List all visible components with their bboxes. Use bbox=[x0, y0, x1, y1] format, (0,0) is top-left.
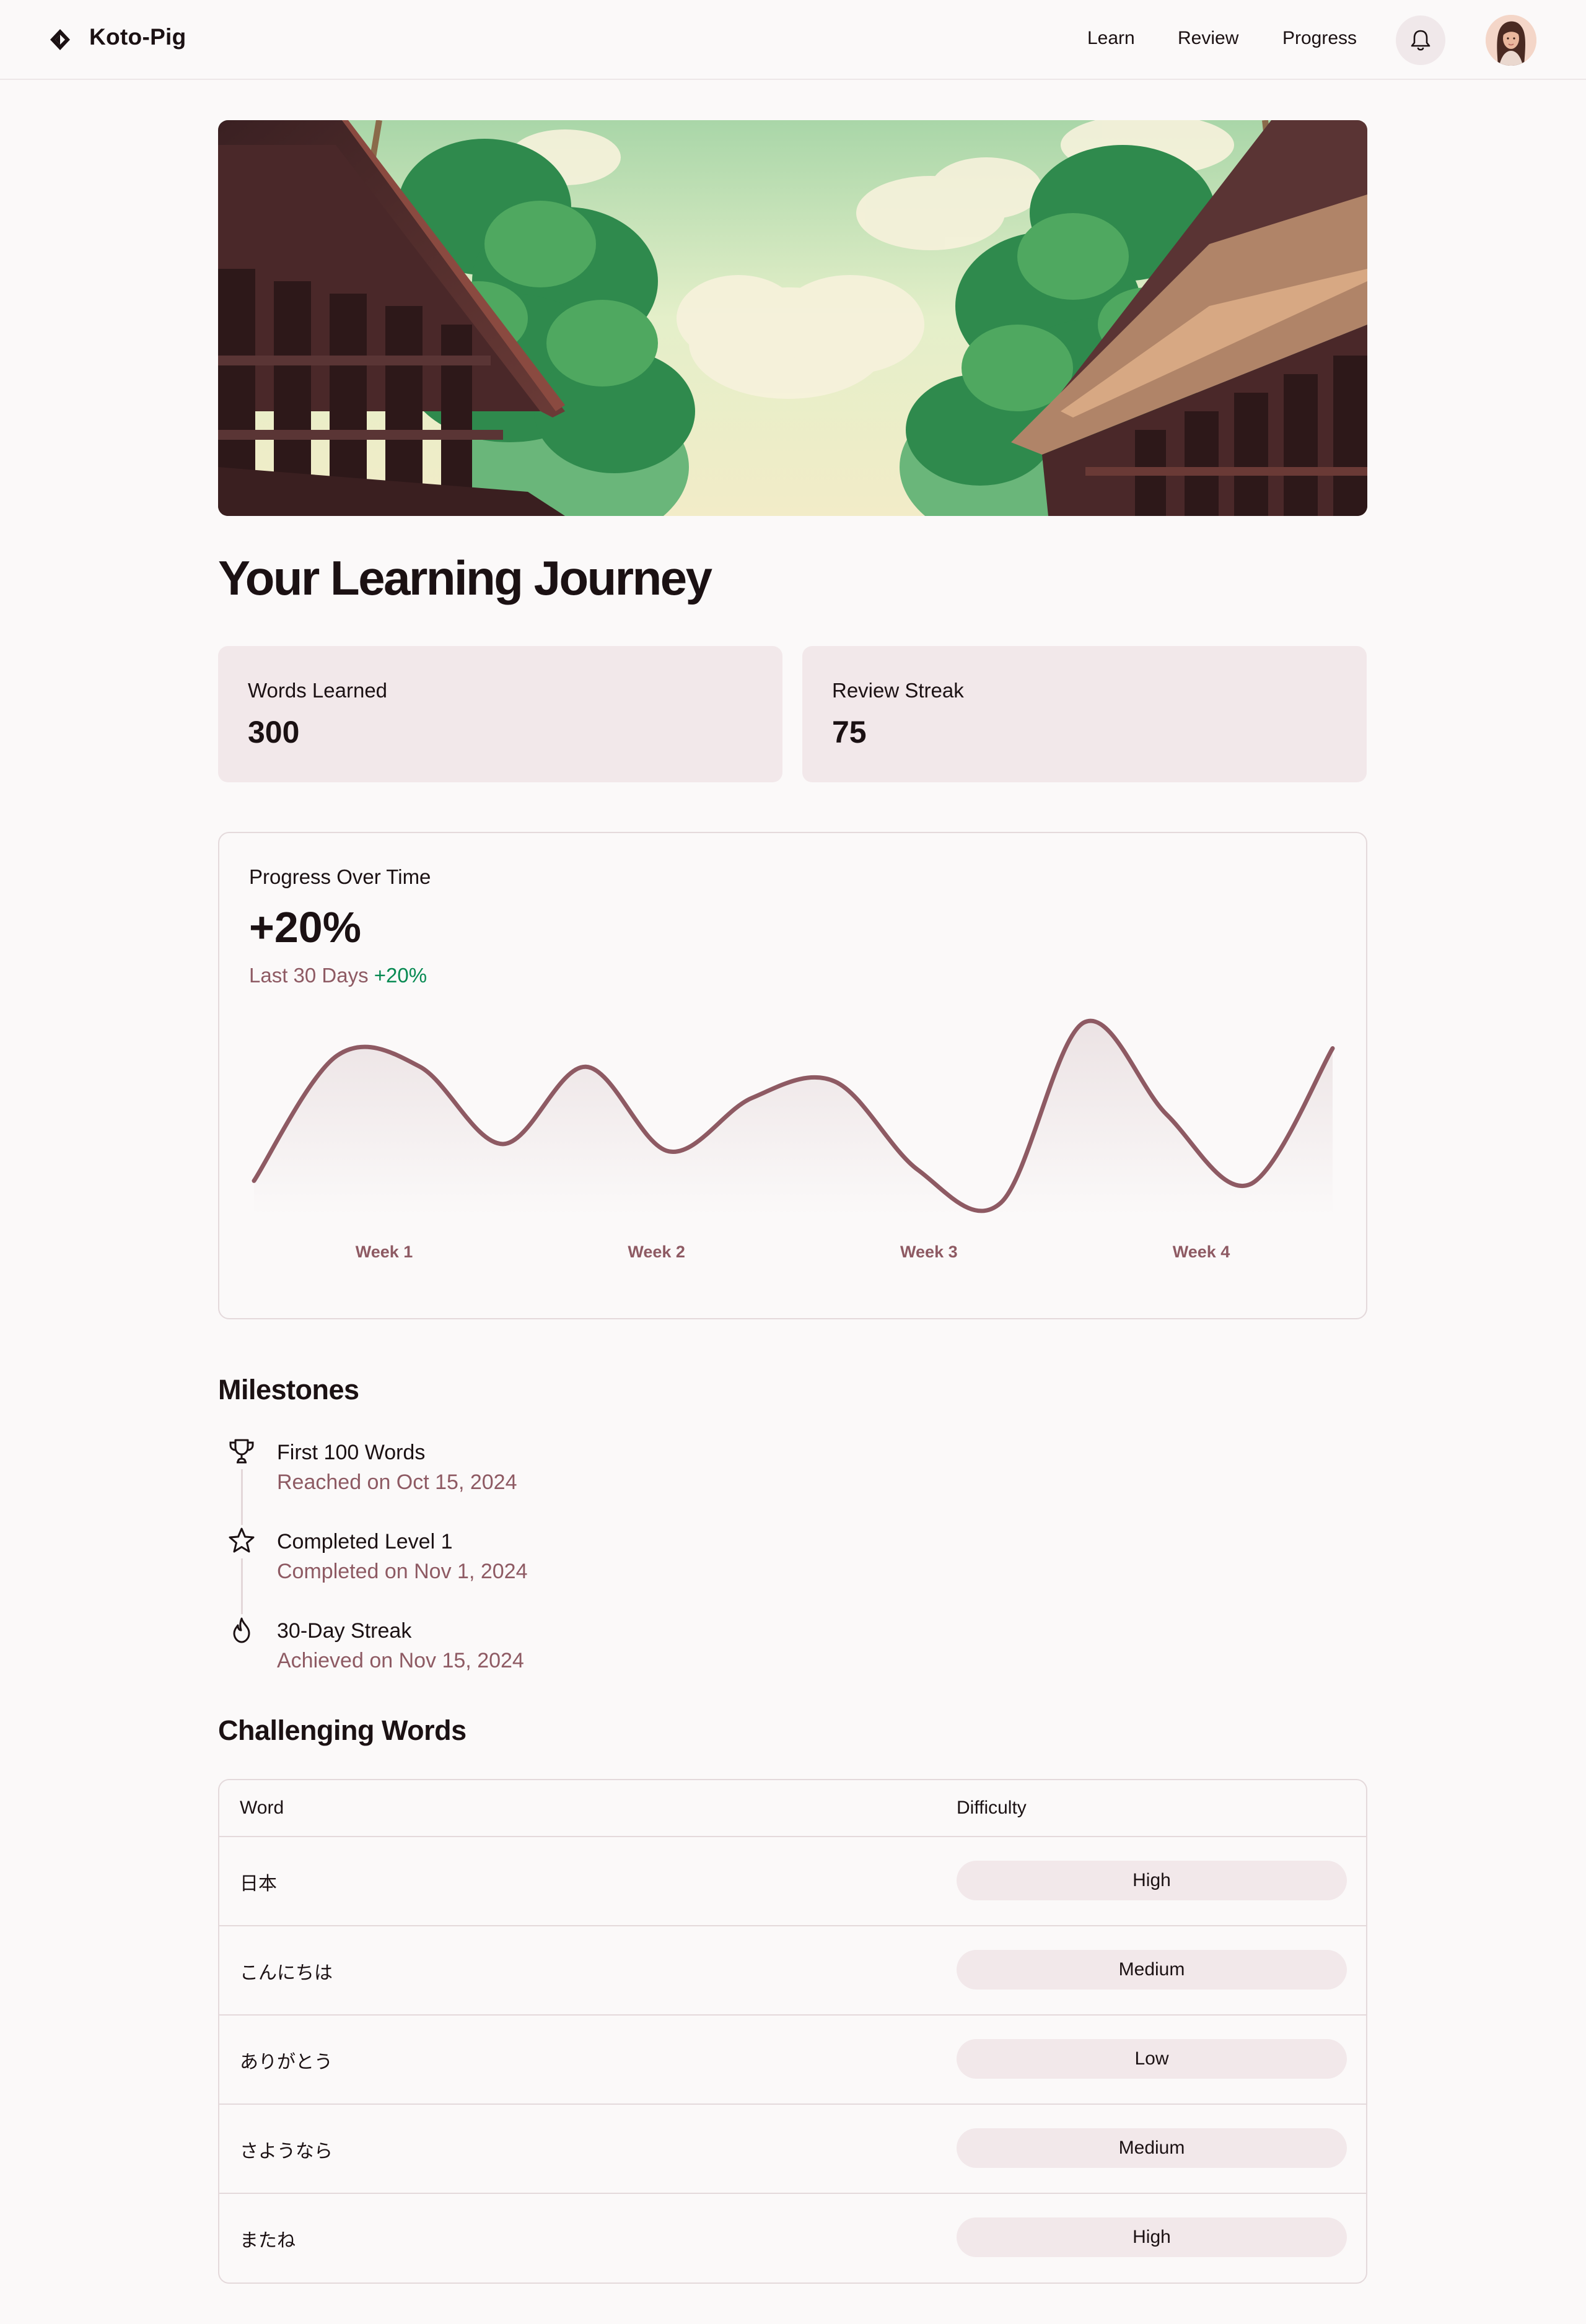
progress-line-chart: Week 1 Week 2 Week 3 Week 4 bbox=[252, 1018, 1335, 1261]
x-axis-tick-label: Week 4 bbox=[1173, 1243, 1230, 1261]
difficulty-badge: Medium bbox=[957, 1950, 1347, 1990]
nav-progress-link[interactable]: Progress bbox=[1282, 28, 1357, 49]
words-learned-value: 300 bbox=[248, 715, 300, 749]
word-cell: 日本 bbox=[240, 1873, 277, 1895]
column-header-difficulty[interactable]: Difficulty bbox=[957, 1798, 1027, 1819]
table-row[interactable]: またね High bbox=[219, 2194, 1366, 2282]
trophy-icon bbox=[229, 1439, 254, 1464]
milestone-name: Completed Level 1 bbox=[277, 1530, 453, 1553]
review-streak-label: Review Streak bbox=[832, 679, 964, 702]
review-streak-card: Review Streak 75 bbox=[802, 646, 1367, 782]
challenging-words-title: Challenging Words bbox=[218, 1715, 467, 1746]
x-axis-tick-label: Week 3 bbox=[900, 1243, 958, 1261]
flame-icon bbox=[233, 1617, 250, 1643]
table-header: Word Difficulty bbox=[219, 1780, 1366, 1837]
review-streak-value: 75 bbox=[832, 715, 867, 749]
word-cell: ありがとう bbox=[240, 2051, 333, 2073]
difficulty-badge: Low bbox=[957, 2039, 1347, 2079]
column-header-word[interactable]: Word bbox=[240, 1798, 284, 1819]
page-title: Your Learning Journey bbox=[218, 551, 712, 605]
milestone-date: Completed on Nov 1, 2024 bbox=[277, 1560, 528, 1583]
milestone-name: First 100 Words bbox=[277, 1441, 426, 1464]
nav-review-link[interactable]: Review bbox=[1178, 28, 1238, 49]
table-row[interactable]: ありがとう Low bbox=[219, 2016, 1366, 2105]
challenging-words-table: Word Difficulty 日本 High こんにちは Medium ありが… bbox=[218, 1779, 1367, 2284]
word-cell: こんにちは bbox=[240, 1962, 333, 1984]
word-cell: さようなら bbox=[240, 2141, 333, 2162]
x-axis-tick-label: Week 2 bbox=[628, 1243, 685, 1261]
milestones-title: Milestones bbox=[218, 1374, 359, 1405]
user-avatar[interactable] bbox=[1486, 15, 1536, 66]
word-cell: またね bbox=[240, 2230, 296, 2252]
milestone-connector bbox=[241, 1469, 243, 1525]
milestone-date: Reached on Oct 15, 2024 bbox=[277, 1470, 517, 1494]
difficulty-badge: Medium bbox=[957, 2128, 1347, 2168]
difficulty-badge: High bbox=[957, 2217, 1347, 2257]
bell-icon bbox=[1411, 30, 1430, 51]
milestone-date: Achieved on Nov 15, 2024 bbox=[277, 1649, 524, 1672]
diamond-logo-icon[interactable] bbox=[47, 25, 73, 55]
milestone-name: 30-Day Streak bbox=[277, 1619, 412, 1643]
top-navigation-bar: Koto-Pig Learn Review Progress bbox=[0, 0, 1586, 80]
progress-chart-card: Progress Over Time +20% Last 30 Days +20… bbox=[218, 832, 1367, 1319]
milestone-connector bbox=[241, 1558, 243, 1614]
nav-learn-link[interactable]: Learn bbox=[1087, 28, 1135, 49]
brand-name[interactable]: Koto-Pig bbox=[89, 24, 186, 50]
words-learned-label: Words Learned bbox=[248, 679, 388, 702]
difficulty-badge: High bbox=[957, 1861, 1347, 1900]
table-row[interactable]: さようなら Medium bbox=[219, 2105, 1366, 2194]
hero-illustration bbox=[218, 120, 1367, 516]
x-axis-tick-label: Week 1 bbox=[356, 1243, 413, 1261]
notifications-button[interactable] bbox=[1396, 15, 1445, 65]
star-icon bbox=[229, 1527, 255, 1553]
table-row[interactable]: こんにちは Medium bbox=[219, 1926, 1366, 2016]
words-learned-card: Words Learned 300 bbox=[218, 646, 782, 782]
table-row[interactable]: 日本 High bbox=[219, 1837, 1366, 1926]
